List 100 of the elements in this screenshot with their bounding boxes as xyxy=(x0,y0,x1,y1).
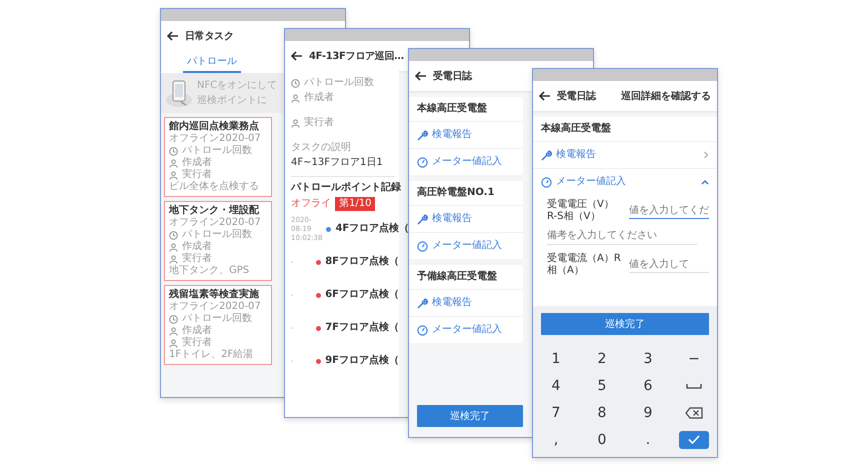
task-card[interactable]: 地下タンク・埋設配 オフライン2020-07 パトロール回数 作成者 実行者 地下タンク、GPS xyxy=(164,201,272,281)
offline-status: オフライ xyxy=(291,198,331,210)
back-icon[interactable] xyxy=(291,51,303,61)
task-time: オフライン2020-07 xyxy=(169,133,262,145)
point-name[interactable]: 6Fフロア点検（ xyxy=(325,289,399,301)
info-text: 作成者 xyxy=(304,92,334,104)
task-card[interactable]: 館内巡回点検業務点 オフライン2020-07 パトロール回数 作成者 実行者 ビル全体を点検する xyxy=(164,117,272,197)
task-time: オフライン2020-07 xyxy=(169,217,262,229)
keypad-key[interactable]: 6 xyxy=(625,378,671,394)
wrench-icon xyxy=(417,214,428,224)
task-description: 地下タンク、GPS xyxy=(169,265,250,277)
screen-title: 日常タスク xyxy=(185,30,234,43)
point-name[interactable]: 9Fフロア点検（ xyxy=(325,355,399,367)
person-icon xyxy=(169,242,178,252)
action-link[interactable]: 検電報告 xyxy=(432,297,472,309)
action-link[interactable]: メーター値記入 xyxy=(432,156,502,168)
task-description: ビル全体を点検する xyxy=(169,181,260,193)
info-text: パトロール回数 xyxy=(304,77,374,89)
back-icon[interactable] xyxy=(415,71,427,81)
remark-field[interactable]: 備考を入力してください xyxy=(547,227,697,245)
task-count: パトロール回数 xyxy=(182,145,252,156)
panel-name: 本線高圧受電盤 xyxy=(416,101,488,116)
keypad-key[interactable]: 1 xyxy=(533,350,579,366)
gauge-icon xyxy=(417,240,428,252)
task-card[interactable]: 残留塩素等検査実施 オフライン2020-07 パトロール回数 作成者 実行者 1Fトイレ、2F給湯 xyxy=(164,285,272,365)
field-label: 受電電圧（V）R-S相（V） xyxy=(547,199,615,223)
task-description: 1Fトイレ、2F給湯 xyxy=(169,349,254,361)
point-name[interactable]: 4Fフロア点検（ xyxy=(335,223,410,235)
screen-title: 受電日誌 xyxy=(433,70,472,83)
panel-name: 予備線高圧受電盤 xyxy=(416,269,498,284)
keypad-key[interactable]: 8 xyxy=(579,404,625,420)
complete-button[interactable]: 巡検完了 xyxy=(417,405,523,427)
person-icon xyxy=(291,118,300,128)
keypad-key[interactable]: 2 xyxy=(579,350,625,366)
banner-text: NFCをオンにして xyxy=(197,80,278,92)
keypad-key[interactable]: 0 xyxy=(579,432,625,448)
complete-button[interactable]: 巡検完了 xyxy=(541,313,709,335)
action-link[interactable]: 検電報告 xyxy=(432,129,472,141)
person-icon xyxy=(169,170,178,180)
person-icon xyxy=(291,94,300,102)
phone-scan-icon xyxy=(165,78,193,108)
task-executor: 実行者 xyxy=(182,253,212,265)
task-executor: 実行者 xyxy=(182,337,212,349)
wrench-icon xyxy=(541,150,552,160)
chevron-right-icon xyxy=(703,151,709,159)
person-icon xyxy=(169,338,178,348)
banner-text: 巡検ポイントに xyxy=(197,94,268,106)
panel-name: 高圧幹電盤NO.1 xyxy=(416,185,496,200)
action-link[interactable]: メーター値記入 xyxy=(432,240,502,252)
task-creator: 作成者 xyxy=(182,325,212,336)
description-label: タスクの説明 xyxy=(291,142,352,154)
action-link[interactable]: メーター値記入 xyxy=(432,324,502,336)
action-link[interactable]: 検電報告 xyxy=(556,149,699,161)
clock-icon xyxy=(169,314,178,324)
keypad-key[interactable]: − xyxy=(671,350,717,366)
back-icon[interactable] xyxy=(167,31,179,41)
clock-icon xyxy=(169,230,178,240)
chevron-up-icon xyxy=(701,179,709,185)
keypad-key[interactable]: , xyxy=(533,432,579,448)
action-link[interactable]: 検電報告 xyxy=(432,213,472,225)
check-icon xyxy=(688,435,700,444)
task-description: 4F~13Fフロア1日1 xyxy=(291,157,384,169)
clock-icon xyxy=(291,78,300,88)
keypad-key[interactable]: . xyxy=(625,432,671,448)
info-text: 実行者 xyxy=(304,117,334,129)
input-field[interactable]: 値を入力してくだ xyxy=(629,203,709,219)
task-title: 残留塩素等検査実施 xyxy=(169,289,260,301)
progress-badge: 第1/10 xyxy=(335,197,376,211)
enter-key[interactable] xyxy=(679,430,709,448)
point-name[interactable]: 8Fフロア点検（ xyxy=(325,256,399,268)
header-link[interactable]: 巡回詳細を確認する xyxy=(621,89,711,103)
panel-name: 本線高圧受電盤 xyxy=(540,121,612,136)
task-executor: 実行者 xyxy=(182,169,212,181)
action-link[interactable]: メーター値記入 xyxy=(556,176,697,188)
back-icon[interactable] xyxy=(539,91,551,101)
gauge-icon xyxy=(417,324,428,336)
task-title: 館内巡回点検業務点 xyxy=(169,121,260,133)
keypad-key[interactable]: 4 xyxy=(533,378,579,394)
screen-title: 受電日誌 xyxy=(557,90,596,103)
section-title: パトロールポイント記録 xyxy=(291,182,399,194)
person-icon xyxy=(169,326,178,336)
keypad-key[interactable]: 7 xyxy=(533,404,579,420)
task-creator: 作成者 xyxy=(182,241,212,252)
keypad-key[interactable]: 5 xyxy=(579,378,625,394)
screen-title: 4F-13Fフロア巡回… xyxy=(309,50,404,63)
person-icon xyxy=(169,158,178,168)
task-title: 地下タンク・埋設配 xyxy=(169,205,260,217)
task-count: パトロール回数 xyxy=(182,229,252,240)
wrench-icon xyxy=(417,298,428,308)
clock-icon xyxy=(169,146,178,156)
space-key-icon xyxy=(686,382,702,390)
person-icon xyxy=(169,254,178,264)
keypad-key[interactable]: 9 xyxy=(625,404,671,420)
keypad-key[interactable]: 3 xyxy=(625,350,671,366)
point-name[interactable]: 7Fフロア点検（ xyxy=(325,322,399,334)
task-creator: 作成者 xyxy=(182,157,212,168)
backspace-icon xyxy=(685,406,703,418)
gauge-icon xyxy=(417,156,428,168)
field-label: 受電電流（A）R相（A） xyxy=(547,253,622,277)
gauge-icon xyxy=(541,176,552,188)
